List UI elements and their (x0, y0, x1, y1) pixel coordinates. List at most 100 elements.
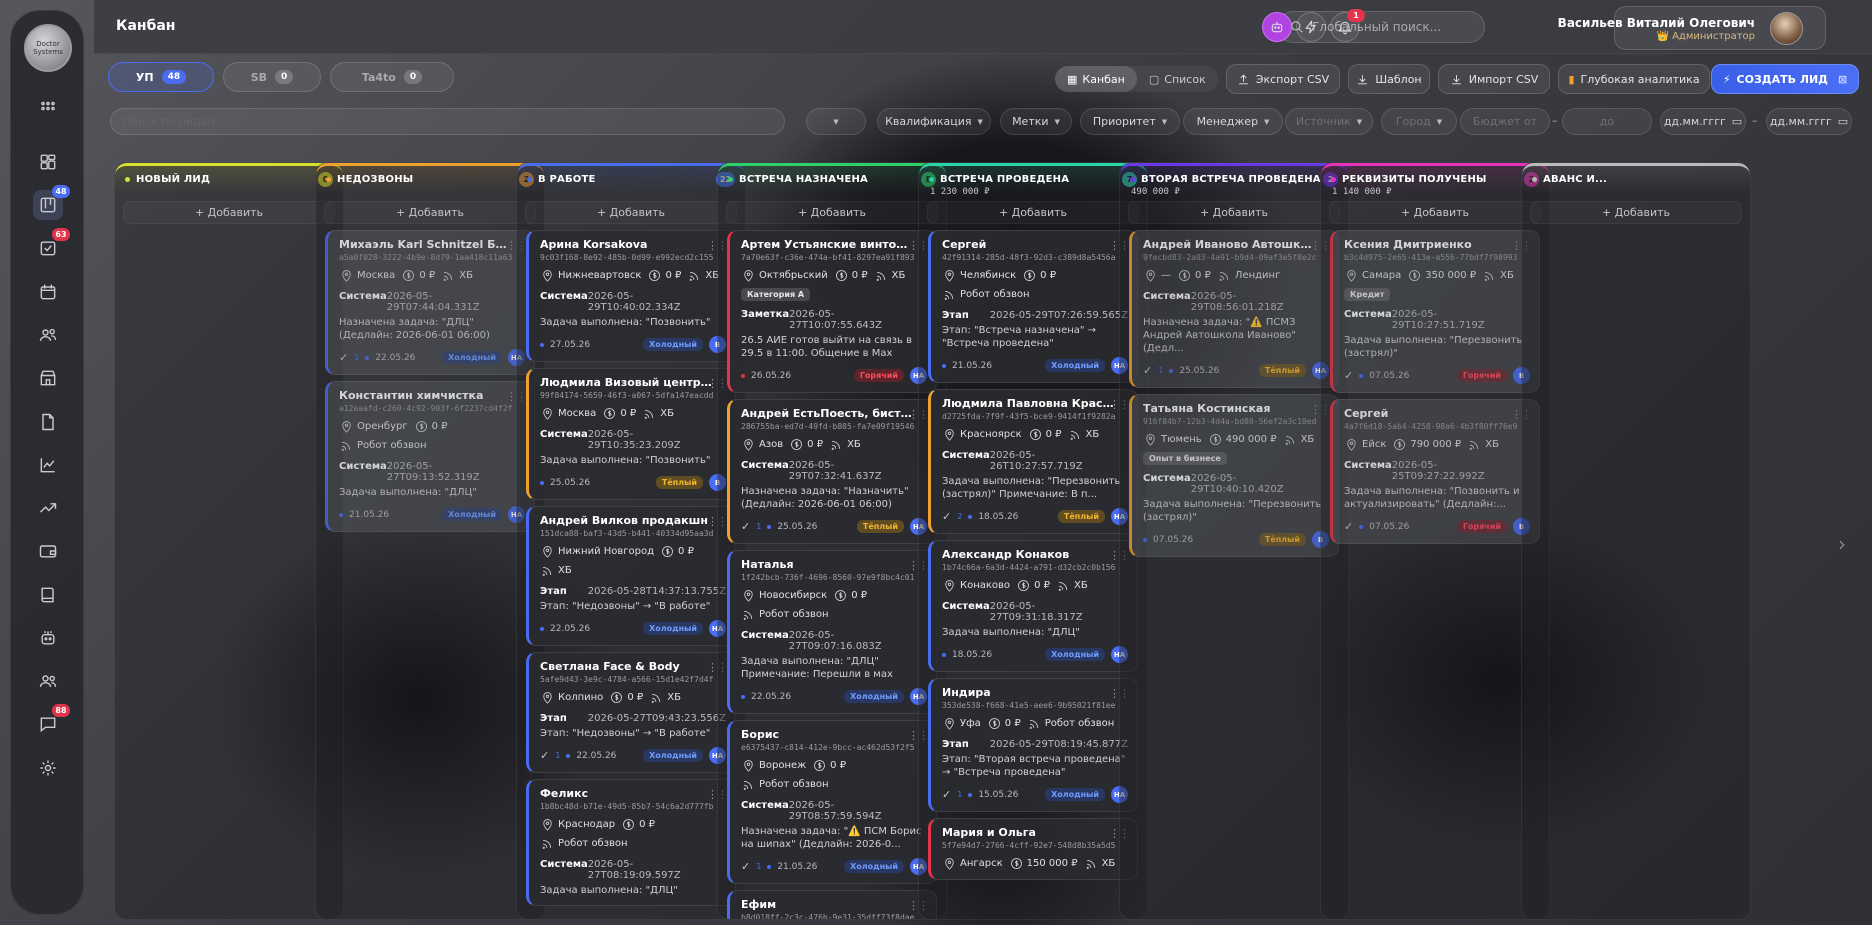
budget-text: 0 ₽ (1195, 270, 1211, 281)
lead-meta: Уфа 0 ₽ Робот обзвон (942, 716, 1128, 731)
status-filter[interactable]: ▼ (806, 108, 866, 135)
status-dot (728, 177, 733, 182)
lead-card[interactable]: Андрей Иваново Автошкола ⋮⋮ 9fecbd83-2a03-… (1129, 230, 1339, 388)
date-dot (540, 342, 544, 347)
lead-id: d2725fda-7f9f-43f5-bce9-9414f1f9282a (942, 412, 1116, 421)
tab-ta4to[interactable]: Ta4to 0 (330, 62, 454, 92)
lead-card[interactable]: Сергей ⋮⋮ 4a7f6d18-5ab4-4258-98a6-4b3f80ff… (1330, 399, 1540, 544)
add-card-button[interactable]: + Добавить (927, 201, 1139, 224)
sidebar-item-settings[interactable] (33, 753, 63, 783)
lead-meta: — 0 ₽ Лендинг (1143, 268, 1329, 283)
import-csv-button[interactable]: Импорт CSV (1438, 64, 1550, 94)
user-profile[interactable]: Васильев Виталий Олегович 👑 Администрато… (1558, 6, 1826, 50)
lead-card[interactable]: Александр Конаков ⋮⋮ 1b74c66a-6a3d-4424-a7… (928, 540, 1138, 672)
lead-card[interactable]: Борис ⋮⋮ e6375437-c814-412e-9bcc-ac462d53f… (727, 720, 937, 884)
lead-city: Красноярск (942, 427, 1022, 442)
add-card-button[interactable]: + Добавить (324, 201, 536, 224)
lead-card[interactable]: Андрей Вилков продакшн ⋮⋮ 151dca88-baf3-43… (526, 506, 736, 646)
export-csv-button[interactable]: Экспорт CSV (1226, 64, 1340, 94)
sidebar-item-chat[interactable]: 88 (33, 704, 70, 739)
document-icon (42, 413, 54, 431)
deep-analytics-button[interactable]: ▮ Глубокая аналитика (1558, 64, 1710, 94)
date-from-filter[interactable]: дд.мм.гггг ▭ (1660, 108, 1746, 135)
add-card-button[interactable]: + Добавить (123, 201, 335, 224)
temperature-badge: Холодный (643, 338, 703, 351)
lead-card[interactable]: Индира ⋮⋮ 353de538-f668-41e5-aee6-9b95021f… (928, 678, 1138, 812)
priority-filter[interactable]: Приоритет ▼ (1080, 108, 1180, 135)
lead-search-input[interactable] (111, 115, 784, 128)
activity-time: 2026-05-29T08:57:59.594Z (788, 800, 882, 822)
date-dot (767, 864, 772, 869)
manager-filter[interactable]: Менеджер ▼ (1183, 108, 1283, 135)
ai-assistant-button[interactable] (1262, 12, 1292, 42)
activity-description: Назначена задача: "Назначить" (Дедлайн: … (741, 486, 909, 510)
add-card-button[interactable]: + Добавить (1128, 201, 1340, 224)
lead-source: ХБ (874, 268, 905, 283)
tab-up[interactable]: УП 48 (108, 62, 214, 92)
budget-from-filter[interactable]: Бюджет от (1460, 108, 1550, 135)
sidebar-item-dashboard[interactable] (33, 147, 63, 177)
source-filter[interactable]: Источник ▼ (1285, 108, 1373, 135)
sidebar-item-team[interactable] (33, 666, 63, 696)
activity-author: Этап (540, 586, 567, 597)
lead-card[interactable]: Наталья ⋮⋮ 1f242bcb-736f-4696-8560-97e9f8b… (727, 550, 937, 714)
lead-card[interactable]: Артем Устьянские винтовые сваи⋮⋮7a70e63f… (727, 230, 937, 393)
quick-actions-button[interactable] (1296, 12, 1326, 42)
sidebar-item-book[interactable] (33, 580, 63, 610)
status-dot (929, 177, 934, 182)
activity-time: 2026-05-29T10:35:23.209Z (587, 429, 681, 451)
sidebar-item-store[interactable] (33, 363, 63, 393)
settings-icon (40, 760, 56, 776)
budget-to-filter[interactable]: до (1562, 108, 1652, 135)
lead-card[interactable]: Михаэль Karl Schnitzel Быстрое п...⋮⋮a5a… (325, 230, 535, 375)
view-list-button[interactable]: ▢ Список (1137, 66, 1218, 92)
chevron-right-icon[interactable]: › (1838, 532, 1846, 556)
sidebar-item-wallet[interactable] (33, 536, 63, 566)
column-title-text: НОВЫЙ ЛИД (136, 174, 211, 185)
lead-card[interactable]: Сергей ⋮⋮ 42f91314-285d-48f3-92d3-c389d8a5… (928, 230, 1138, 383)
location-icon (945, 580, 954, 592)
add-card-button[interactable]: + Добавить (1329, 201, 1541, 224)
lead-date: 15.05.26 (978, 789, 1019, 800)
lead-card[interactable]: Андрей ЕстьПоесть, бистро ⋮⋮ 286755ba-ed7d… (727, 399, 937, 544)
city-filter[interactable]: Город ▼ (1381, 108, 1457, 135)
sidebar-item-document[interactable] (33, 407, 63, 437)
view-kanban-button[interactable]: ▦ Канбан (1055, 66, 1137, 92)
add-card-button[interactable]: + Добавить (525, 201, 737, 224)
column-title: ВТОРАЯ ВСТРЕЧА ПРОВЕДЕНА (1130, 174, 1338, 185)
tab-sb[interactable]: SB 0 (223, 62, 321, 92)
lightning-icon: ⚡ (1722, 72, 1731, 86)
lead-card[interactable]: Ксения Дмитриенко ⋮⋮ b3c4d975-2e65-413e-a5… (1330, 230, 1540, 393)
tags-filter[interactable]: Метки ▼ (1000, 108, 1072, 135)
sidebar-item-clients[interactable] (33, 320, 63, 350)
lead-card[interactable]: Арина Korsakova ⋮⋮ 9c03f168-8e92-485b-0d99… (526, 230, 736, 362)
range-dash: – (1752, 114, 1758, 127)
app-logo[interactable]: Doctor Systems (24, 24, 72, 72)
qualification-filter[interactable]: Квалификация ▼ (877, 108, 991, 135)
sidebar-item-tasks[interactable]: 63 (33, 228, 70, 263)
sidebar-item-calendar[interactable] (33, 277, 63, 307)
add-card-button[interactable]: + Добавить (1530, 201, 1742, 224)
lead-card[interactable]: Людмила Визовый центр Viza67 ⋮⋮ 99f84174-5… (526, 368, 736, 500)
source-icon (944, 290, 954, 300)
add-card-button[interactable]: + Добавить (726, 201, 938, 224)
lead-card[interactable]: Татьяна Костинская ⋮⋮ 916f84b7-12b3-4d4a-b… (1129, 394, 1339, 557)
lead-card[interactable]: Константин химчистка ⋮⋮ a12eaafd-c260-4c92… (325, 381, 535, 532)
sidebar-item-bot[interactable] (33, 623, 63, 653)
sidebar-item-trend[interactable] (33, 493, 63, 523)
lead-search-field[interactable] (110, 108, 785, 135)
lead-city: Москва (540, 406, 596, 421)
sidebar-item-kanban[interactable]: 48 (33, 185, 70, 220)
create-lead-button[interactable]: ⚡ СОЗДАТЬ ЛИД ⊠ (1711, 64, 1859, 94)
card-footer: ✓ 1 15.05.26 Холодный НА (942, 786, 1128, 803)
sidebar-item-chart[interactable] (33, 450, 63, 480)
notifications-button[interactable]: 1 (1330, 9, 1365, 42)
lead-card[interactable]: Ефим ⋮⋮ b8d018ff-2c3c-476b-9e31-35dff73f8d… (727, 890, 937, 919)
date-to-filter[interactable]: дд.мм.гггг ▭ (1766, 108, 1852, 135)
lead-card[interactable]: Людмила Павловна Красноярск ⋮⋮ d2725fda-7f… (928, 389, 1138, 534)
lead-card[interactable]: Феликс ⋮⋮ 1b8bc48d-b71e-49d5-85b7-54c6a2d7… (526, 779, 736, 906)
template-button[interactable]: Шаблон (1348, 64, 1430, 94)
sidebar-item-more[interactable] (33, 91, 63, 121)
lead-card[interactable]: Мария и Ольга ⋮⋮ 5f7e94d7-2766-4cff-92e7-5… (928, 818, 1138, 880)
lead-card[interactable]: Светлана Face & Body ⋮⋮ 5afe9d43-3e9c-4784… (526, 652, 736, 773)
